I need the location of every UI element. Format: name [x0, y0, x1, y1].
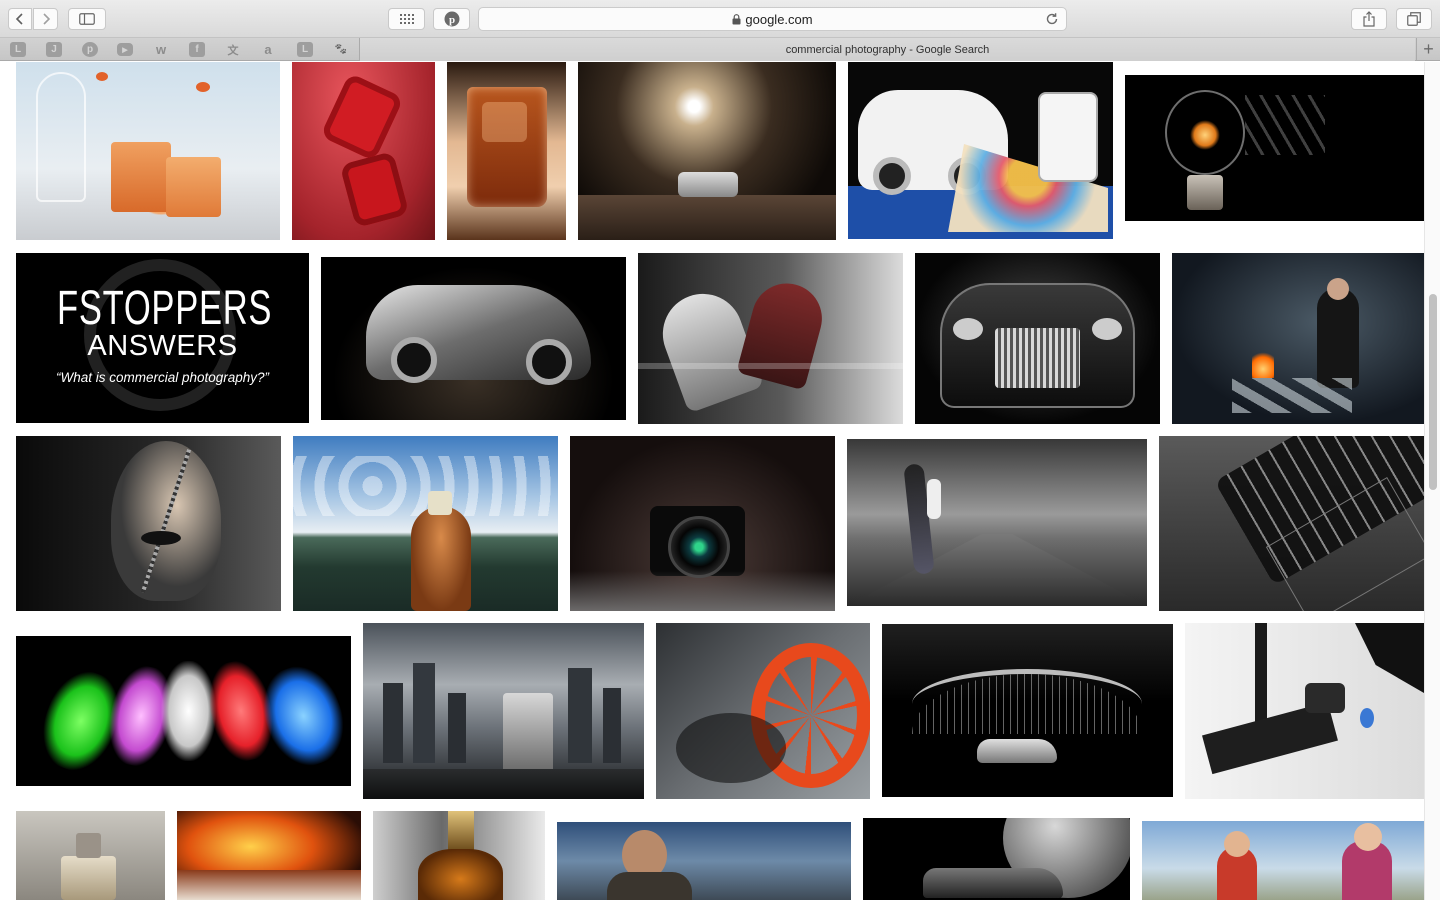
- favorite-6[interactable]: f: [189, 42, 205, 57]
- fstoppers-question: “What is commercial photography?”: [55, 370, 270, 385]
- scrollbar-thumb[interactable]: [1429, 294, 1437, 490]
- weibo-icon: w: [155, 42, 167, 57]
- sidebar-button[interactable]: [68, 8, 106, 30]
- tabs-overview-icon: [1407, 12, 1421, 26]
- result-image-neon-skateboards[interactable]: [16, 636, 351, 786]
- favorite-2[interactable]: J: [46, 42, 62, 57]
- sidebar-icon: [79, 13, 95, 25]
- fstoppers-title: FSTOPPERS: [57, 282, 273, 335]
- result-image-whiskey-glass[interactable]: [447, 62, 566, 240]
- result-image-statue-lake[interactable]: [293, 436, 558, 611]
- show-tabs-button[interactable]: [1396, 8, 1432, 30]
- favorite-1[interactable]: L: [10, 42, 26, 57]
- plus-icon: +: [1423, 39, 1434, 59]
- amazon-icon: a: [264, 42, 272, 57]
- result-image-fstoppers-answers[interactable]: FSTOPPERS ANSWERS “What is commercial ph…: [16, 253, 309, 423]
- letter-j-icon: J: [51, 44, 57, 55]
- chevron-left-icon: [15, 13, 23, 25]
- result-image-fire-food[interactable]: [177, 811, 361, 900]
- paw-icon: 🐾: [334, 44, 348, 55]
- address-bar[interactable]: google.com: [478, 7, 1067, 31]
- reload-icon[interactable]: [1044, 11, 1060, 27]
- pinterest-icon: p: [86, 44, 94, 55]
- result-image-man-with-fire[interactable]: [1172, 253, 1424, 424]
- result-image-sparkler-rings[interactable]: [578, 62, 836, 240]
- result-image-football-players[interactable]: [638, 253, 903, 424]
- translate-icon: 文: [227, 44, 239, 57]
- result-image-silver-sports-car[interactable]: [321, 257, 626, 420]
- favorite-3[interactable]: p: [82, 42, 98, 57]
- grid-icon: [399, 14, 414, 24]
- result-image-perfume-bottle[interactable]: [16, 811, 165, 900]
- facebook-icon: f: [195, 44, 199, 55]
- result-image-hikers[interactable]: [1142, 821, 1424, 900]
- page-scrollbar[interactable]: [1424, 62, 1440, 900]
- image-results: FSTOPPERS ANSWERS “What is commercial ph…: [0, 62, 1440, 900]
- favorite-9[interactable]: L: [297, 42, 313, 57]
- result-image-canon-camera[interactable]: [570, 436, 835, 611]
- forward-button[interactable]: [33, 8, 58, 30]
- favorite-5[interactable]: w: [153, 42, 169, 57]
- result-image-aston-martin-arch[interactable]: [882, 624, 1173, 797]
- browser-toolbar: p google.com: [0, 0, 1440, 38]
- favorite-10[interactable]: 🐾: [333, 42, 349, 57]
- result-image-moon-sneaker[interactable]: [863, 818, 1130, 900]
- youtube-icon: ▶: [122, 46, 128, 54]
- result-image-photo-studio[interactable]: [1185, 623, 1424, 799]
- new-tab-button[interactable]: +: [1416, 38, 1440, 61]
- top-sites-button[interactable]: [388, 8, 425, 30]
- result-image-man-portrait[interactable]: [557, 822, 851, 900]
- result-image-runner-road[interactable]: [847, 439, 1147, 606]
- lock-icon: [732, 13, 741, 24]
- result-image-coffee-skyline[interactable]: [363, 623, 644, 799]
- share-button[interactable]: [1351, 8, 1387, 30]
- fstoppers-subtitle: ANSWERS: [87, 330, 238, 362]
- address-text: google.com: [745, 11, 813, 27]
- result-image-orange-wheel[interactable]: [656, 623, 870, 799]
- result-image-red-watch[interactable]: [292, 62, 435, 240]
- active-tab[interactable]: commercial photography - Google Search: [360, 38, 1415, 61]
- result-image-zipper-face[interactable]: [16, 436, 281, 611]
- svg-text:p: p: [448, 14, 454, 26]
- result-image-rolls-royce[interactable]: [915, 253, 1160, 424]
- tab-bar: L J p ▶ w f 文 a L 🐾 commercial photograp…: [0, 38, 1440, 61]
- favorite-8[interactable]: a: [260, 42, 276, 57]
- favorite-4[interactable]: ▶: [117, 43, 133, 56]
- result-image-cosmetic-jars[interactable]: [16, 62, 280, 240]
- pinterest-icon: p: [444, 11, 459, 27]
- result-image-cognac-bottle[interactable]: [373, 811, 545, 900]
- favorite-7[interactable]: 文: [225, 42, 241, 57]
- chevron-right-icon: [42, 13, 50, 25]
- pinterest-extension-button[interactable]: p: [433, 8, 470, 30]
- letter-l-icon: L: [14, 44, 22, 55]
- letter-l-icon: L: [301, 44, 309, 55]
- result-image-laptop-keyboard[interactable]: [1159, 436, 1424, 611]
- result-image-broken-lightbulb[interactable]: [1125, 75, 1424, 221]
- result-image-white-car-candy[interactable]: [848, 62, 1113, 239]
- back-button[interactable]: [8, 8, 32, 30]
- tab-title: commercial photography - Google Search: [785, 43, 990, 56]
- share-icon: [1363, 11, 1375, 27]
